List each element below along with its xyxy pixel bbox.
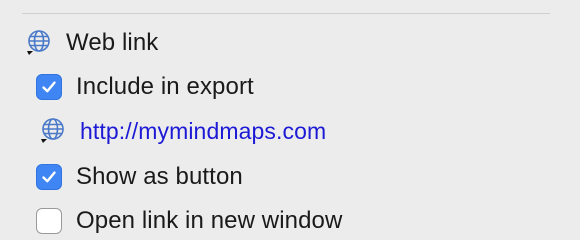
- open-in-new-window-label: Open link in new window: [76, 207, 343, 234]
- globe-link-icon: [22, 27, 54, 59]
- show-as-button-checkbox[interactable]: [36, 164, 62, 190]
- show-as-button-option[interactable]: Show as button: [36, 159, 243, 195]
- url-link[interactable]: http://mymindmaps.com: [80, 118, 326, 145]
- globe-link-icon: [36, 115, 68, 147]
- url-row[interactable]: http://mymindmaps.com: [36, 113, 326, 149]
- open-in-new-window-option[interactable]: Open link in new window: [36, 203, 342, 239]
- include-in-export-option[interactable]: Include in export: [36, 69, 254, 105]
- open-in-new-window-checkbox[interactable]: [36, 208, 62, 234]
- include-in-export-checkbox[interactable]: [36, 74, 62, 100]
- web-link-label: Web link: [66, 29, 159, 56]
- top-divider: [22, 13, 550, 14]
- show-as-button-label: Show as button: [76, 163, 243, 190]
- web-link-heading: Web link: [22, 25, 158, 61]
- checkmark-icon: [42, 171, 56, 183]
- include-in-export-label: Include in export: [76, 73, 254, 100]
- checkmark-icon: [42, 81, 56, 93]
